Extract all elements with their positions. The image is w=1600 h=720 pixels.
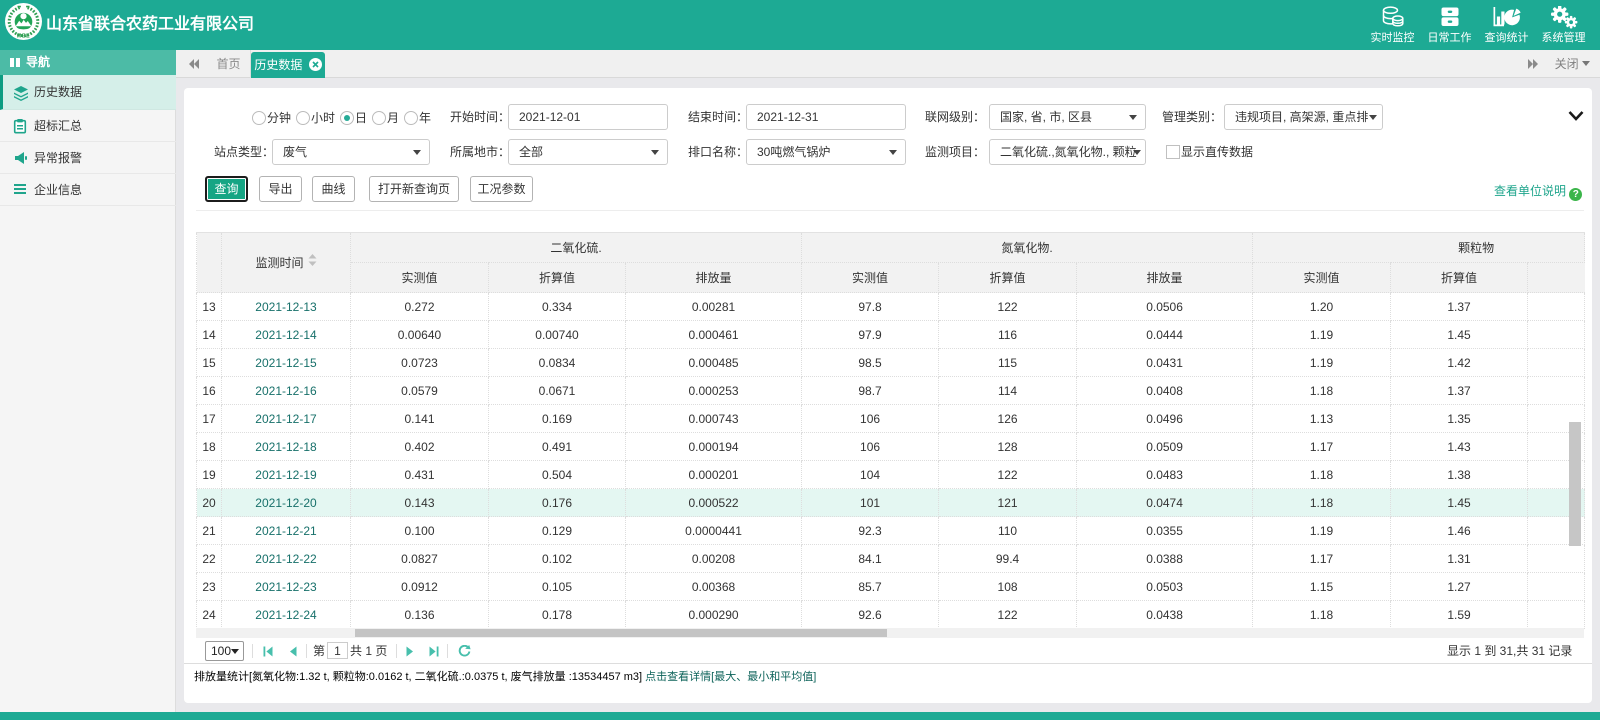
svg-text:MEE: MEE — [17, 34, 30, 40]
